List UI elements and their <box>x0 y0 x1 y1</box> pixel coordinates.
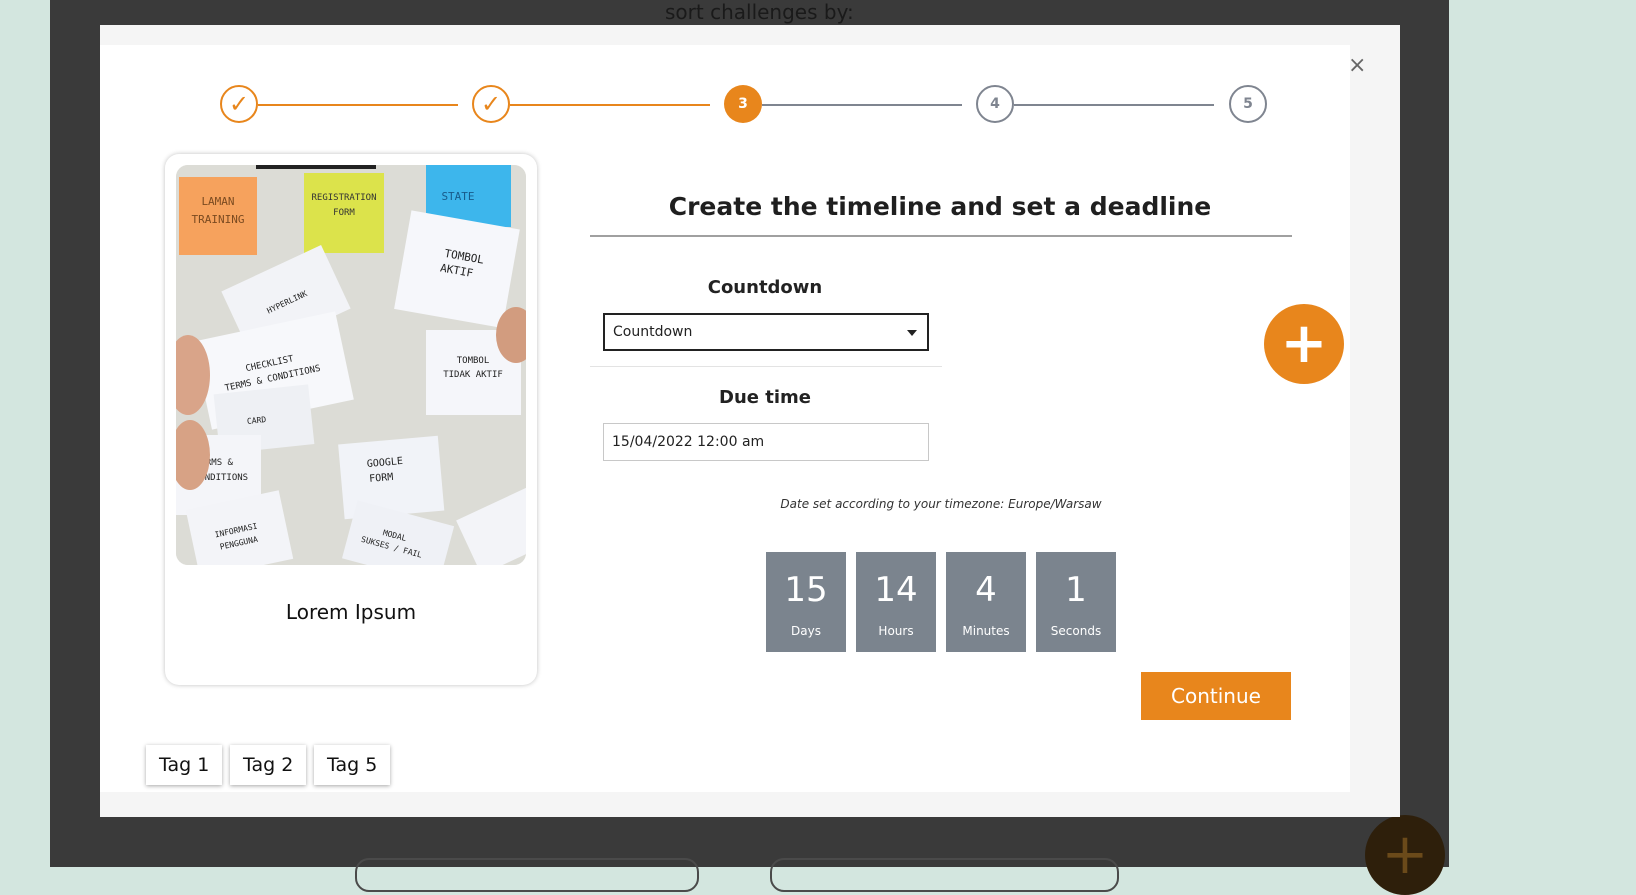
countdown-value: 1 <box>1065 570 1087 610</box>
background-card <box>355 858 699 892</box>
step-4: 4 <box>976 85 1014 123</box>
svg-text:LAMAN: LAMAN <box>201 195 234 208</box>
countdown-label: Countdown <box>707 277 823 298</box>
svg-text:TOMBOL: TOMBOL <box>457 356 490 366</box>
due-time-label: Due time <box>719 387 811 408</box>
svg-text:TIDAK AKTIF: TIDAK AKTIF <box>443 370 503 380</box>
tag-chip[interactable]: Tag 1 <box>146 745 223 785</box>
step-3-current: 3 <box>724 85 762 123</box>
heading-divider <box>590 235 1292 237</box>
timezone-note: Date set according to your timezone: Eur… <box>780 497 1102 511</box>
continue-button[interactable]: Continue <box>1141 672 1291 720</box>
stepper-connector <box>1014 104 1214 106</box>
countdown-value: 15 <box>784 570 828 610</box>
countdown-unit: Days <box>791 624 821 638</box>
countdown-minutes: 4 Minutes <box>946 552 1026 652</box>
step-heading: Create the timeline and set a deadline <box>668 192 1212 221</box>
close-icon[interactable]: × <box>1348 52 1366 80</box>
stepper-connector <box>258 104 458 106</box>
countdown-select-value: Countdown <box>613 324 693 340</box>
due-time-input[interactable]: 15/04/2022 12:00 am <box>603 423 929 461</box>
countdown-seconds: 1 Seconds <box>1036 552 1116 652</box>
background-add-button: + <box>1365 815 1445 895</box>
step-1-done[interactable]: ✓ <box>220 85 258 123</box>
svg-text:FORM: FORM <box>333 208 355 218</box>
step-2-done[interactable]: ✓ <box>472 85 510 123</box>
stepper-connector <box>510 104 710 106</box>
chevron-down-icon <box>907 330 917 336</box>
countdown-hours: 14 Hours <box>856 552 936 652</box>
plus-icon[interactable]: + <box>1264 304 1344 384</box>
countdown-value: 14 <box>874 570 918 610</box>
countdown-unit: Hours <box>878 624 914 638</box>
svg-text:TRAINING: TRAINING <box>192 213 245 226</box>
step-5: 5 <box>1229 85 1267 123</box>
card-title: Lorem Ipsum <box>285 600 417 624</box>
countdown-unit: Minutes <box>962 624 1010 638</box>
countdown-select[interactable]: Countdown <box>603 313 929 351</box>
svg-text:FORM: FORM <box>369 472 394 485</box>
background-card <box>770 858 1119 892</box>
countdown-days: 15 Days <box>766 552 846 652</box>
countdown-unit: Seconds <box>1050 624 1102 638</box>
sort-challenges-label: sort challenges by: <box>665 0 854 24</box>
sticky-notes-illustration: LAMAN TRAINING REGISTRATION FORM STATE T… <box>176 165 526 565</box>
tag-chip[interactable]: Tag 5 <box>314 745 391 785</box>
svg-text:STATE: STATE <box>441 190 474 203</box>
svg-text:REGISTRATION: REGISTRATION <box>311 193 376 203</box>
stepper-connector <box>762 104 962 106</box>
challenge-card: LAMAN TRAINING REGISTRATION FORM STATE T… <box>165 154 537 685</box>
countdown-value: 4 <box>975 570 997 610</box>
challenge-photo: LAMAN TRAINING REGISTRATION FORM STATE T… <box>176 165 526 565</box>
form-divider <box>590 366 942 367</box>
tag-chip[interactable]: Tag 2 <box>230 745 307 785</box>
